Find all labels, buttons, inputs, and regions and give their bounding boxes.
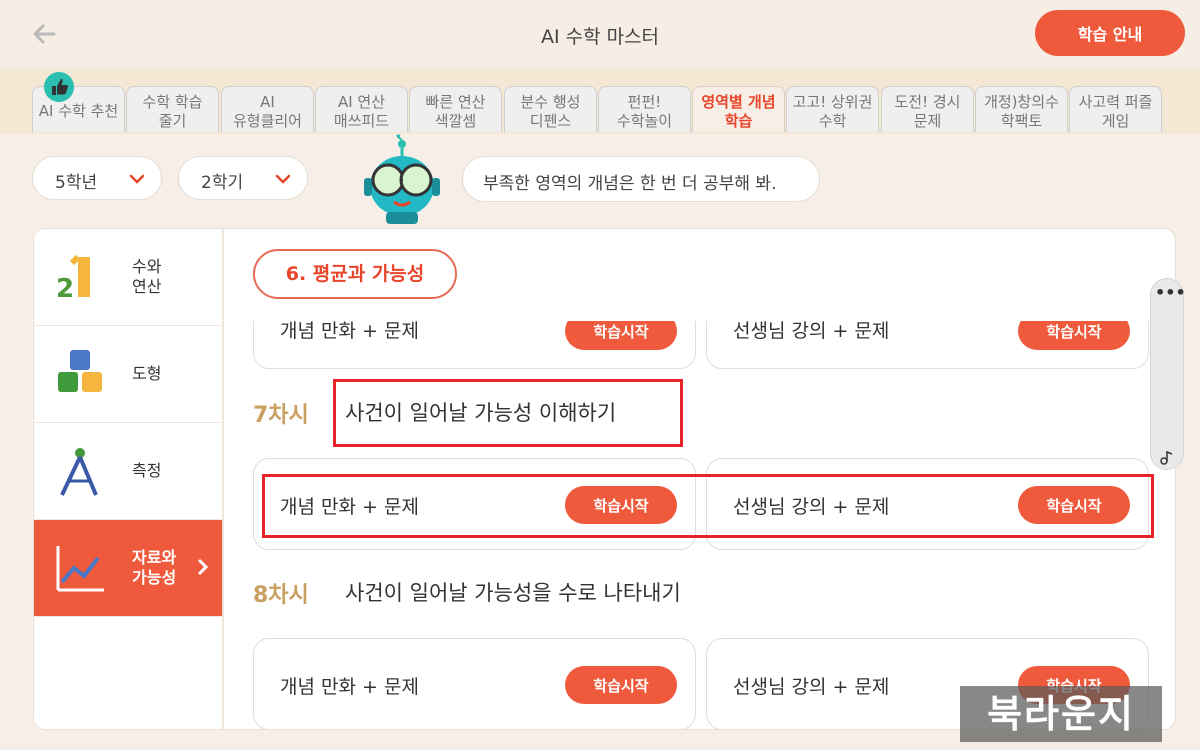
lecture-card-partial[interactable]: 선생님 강의 + 문제 학습시작 [706, 320, 1149, 369]
mascot-speech-bubble: 부족한 영역의 개념은 한 번 더 공부해 봐. [462, 156, 820, 202]
floating-side-widget[interactable]: ••• [1150, 278, 1186, 470]
sidebar-item-measurement[interactable]: 측정 [34, 423, 222, 520]
svg-text:2: 2 [56, 274, 74, 304]
sidebar-item-label: 자료와 가능성 [132, 548, 177, 587]
app-title: AI 수학 마스터 [540, 26, 660, 48]
sidebar-item-label: 수와 연산 [132, 257, 162, 296]
tab-item[interactable]: AI 유형클리어 [221, 86, 314, 132]
card-label: 개념 만화 + 문제 [280, 320, 419, 342]
more-options-icon[interactable]: ••• [1155, 283, 1186, 307]
session-7-heading: 7차시 사건이 일어날 가능성 이해하기 [253, 397, 616, 429]
chevron-down-icon [273, 169, 293, 189]
unit-title-badge: 6. 평균과 가능성 [253, 249, 457, 299]
compass-icon [52, 443, 108, 499]
watermark: 북라운지 [960, 686, 1162, 742]
tab-item[interactable]: 사고력 퍼즐 게임 [1069, 86, 1162, 132]
tab-item[interactable]: 빠른 연산 색깔셈 [409, 86, 502, 132]
learning-guide-button[interactable]: 학습 안내 [1035, 10, 1185, 56]
grade-select-value: 5학년 [55, 173, 98, 193]
session-number: 7차시 [253, 403, 309, 428]
sidebar-item-numbers[interactable]: 2 수와 연산 [34, 229, 222, 326]
session-title: 사건이 일어날 가능성을 수로 나타내기 [345, 581, 681, 605]
start-learning-button[interactable]: 학습시작 [565, 321, 677, 350]
sidebar-item-label: 도형 [132, 364, 162, 383]
tab-item[interactable]: 영역별 개념 학습 [692, 86, 785, 132]
card-label: 개념 만화 + 문제 [280, 676, 419, 698]
start-learning-button[interactable]: 학습시작 [565, 666, 677, 704]
chevron-right-icon [196, 558, 210, 576]
card-label: 선생님 강의 + 문제 [733, 676, 890, 698]
tab-item[interactable]: 개정)창의수 학팩토 [975, 86, 1068, 132]
note-icon [1159, 449, 1175, 465]
sidebar-item-label: 측정 [132, 461, 162, 480]
number-blocks-icon: 2 [52, 249, 108, 305]
category-sidebar: 2 수와 연산 도형 측정 자료와 가능성 [34, 229, 224, 729]
tab-item[interactable]: 펀펀! 수학놀이 [598, 86, 691, 132]
highlight-box-session-title [333, 379, 683, 447]
semester-select[interactable]: 2학기 [178, 156, 308, 200]
cubes-icon [52, 346, 108, 402]
tab-item[interactable]: 도전! 경시 문제 [881, 86, 974, 132]
semester-select-value: 2학기 [201, 173, 244, 193]
card-label: 선생님 강의 + 문제 [733, 320, 890, 342]
sidebar-item-data-probability[interactable]: 자료와 가능성 [34, 520, 222, 617]
top-header: AI 수학 마스터 학습 안내 [0, 0, 1200, 68]
tab-item[interactable]: 수학 학습 줄기 [126, 86, 219, 132]
session-8-heading: 8차시 사건이 일어날 가능성을 수로 나타내기 [253, 577, 681, 609]
chevron-down-icon [127, 169, 147, 189]
session-number: 8차시 [253, 583, 309, 608]
thumbs-up-icon [44, 72, 74, 102]
sidebar-item-shapes[interactable]: 도형 [34, 326, 222, 423]
start-learning-button[interactable]: 학습시작 [1018, 321, 1130, 350]
robot-mascot-icon [356, 134, 448, 230]
grade-select[interactable]: 5학년 [32, 156, 162, 200]
line-chart-icon [52, 540, 108, 596]
tab-item[interactable]: 분수 행성 디펜스 [504, 86, 597, 132]
tab-item[interactable]: AI 연산 매쓰피드 [315, 86, 408, 132]
comic-card-session-8[interactable]: 개념 만화 + 문제 학습시작 [253, 638, 696, 729]
tab-item[interactable]: 고고! 상위권 수학 [786, 86, 879, 132]
highlight-box-session-cards [262, 474, 1154, 538]
